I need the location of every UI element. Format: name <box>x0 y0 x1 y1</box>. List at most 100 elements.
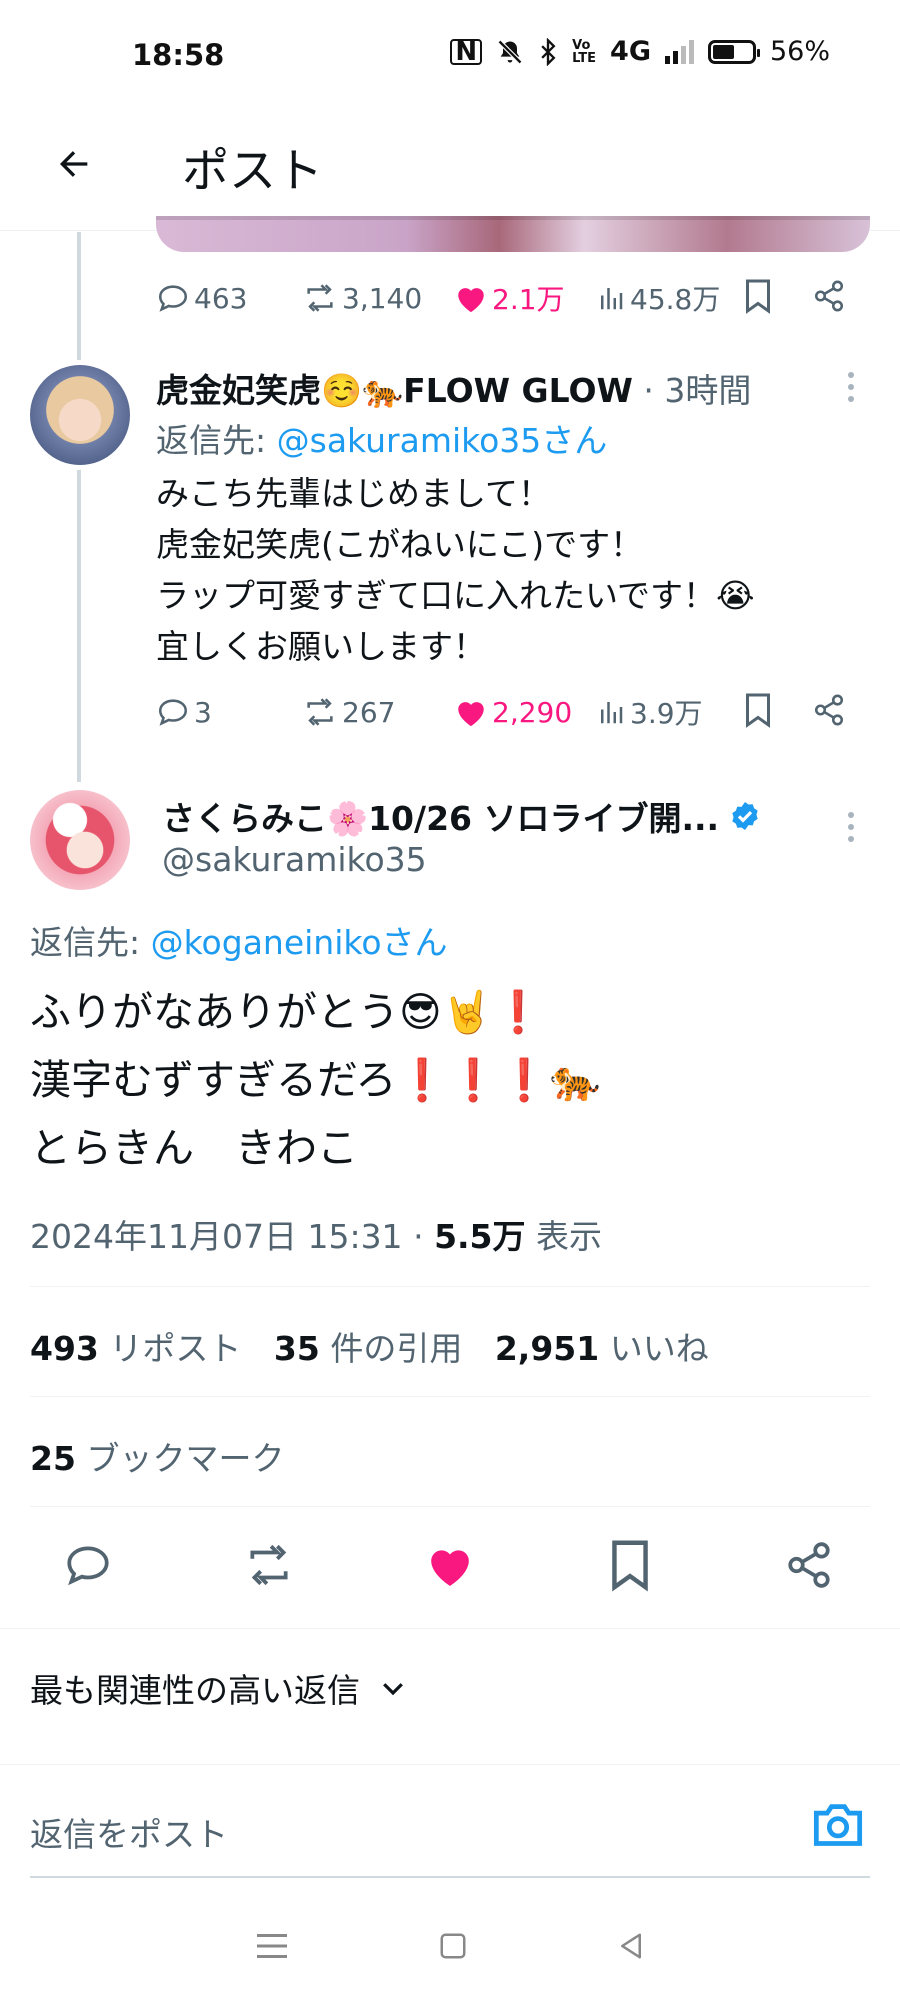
more-dot-icon <box>848 384 854 390</box>
bookmark-button[interactable] <box>744 692 772 735</box>
network-type: 4G <box>610 36 651 67</box>
bookmarks-stat[interactable]: 25 ブックマーク <box>30 1432 284 1480</box>
camera-button[interactable] <box>812 1800 864 1852</box>
arrow-left-icon <box>60 151 88 177</box>
reply-tweet-actions: 3 267 2,290 3.9万 <box>156 690 856 734</box>
more-dot-icon <box>848 824 854 830</box>
reposts-stat[interactable]: 493 リポスト <box>30 1329 241 1368</box>
likes-stat[interactable]: 2,951 いいね <box>495 1329 709 1368</box>
more-dot-icon <box>848 812 854 818</box>
bluetooth-icon <box>541 37 556 66</box>
main-tweet-name-row: さくらみこ🌸10/26 ソロライブ開... <box>162 792 812 840</box>
system-nav-bar <box>0 1895 900 2000</box>
previous-tweet-actions: 463 3,140 2.1万 45.8万 <box>156 276 856 320</box>
back-nav-button[interactable] <box>616 1930 646 1966</box>
page-title: ポスト <box>182 144 323 199</box>
more-options-button[interactable] <box>848 372 854 402</box>
reply-to-prefix: 返信先: <box>156 421 267 460</box>
bookmarks-count: 25 <box>30 1439 76 1478</box>
share-icon <box>814 280 844 312</box>
nfc-icon: N <box>450 38 483 65</box>
like-action[interactable]: 2.1万 <box>454 278 565 318</box>
separator-dot: · <box>413 1217 424 1256</box>
share-icon <box>814 694 844 726</box>
battery-percent: 56% <box>769 36 830 67</box>
divider <box>0 1764 900 1765</box>
bookmark-icon <box>746 279 770 314</box>
handle[interactable]: @sakuramiko35 <box>162 840 427 879</box>
reply-tweet-header: 虎金妃笑虎☺️🐅FLOW GLOW · 3時間 <box>156 364 836 412</box>
reply-icon <box>67 1546 109 1586</box>
reposts-count: 493 <box>30 1329 99 1368</box>
repost-action[interactable]: 3,140 <box>302 281 422 315</box>
views-icon <box>601 702 623 724</box>
display-name[interactable]: さくらみこ🌸10/26 ソロライブ開... <box>162 792 719 840</box>
like-count: 2,290 <box>492 695 573 729</box>
status-icons: N Vo LTE 4G 56% <box>450 36 830 67</box>
display-name[interactable]: 虎金妃笑虎☺️🐅FLOW GLOW <box>156 371 633 410</box>
quotes-count: 35 <box>273 1329 320 1368</box>
reply-to-line: 返信先: @sakuramiko35さん <box>156 414 607 462</box>
mute-bell-icon <box>497 39 523 64</box>
reply-to-prefix: 返信先: <box>30 923 141 962</box>
divider <box>30 1506 870 1507</box>
like-action[interactable]: 2,290 <box>454 696 572 729</box>
reply-icon <box>158 285 188 312</box>
text-line: 虎金妃笑虎(こがねいにこ)です！ <box>156 525 644 564</box>
camera-icon <box>813 1804 863 1846</box>
reply-to-line: 返信先: @koganeinikoさん <box>30 916 448 964</box>
reply-to-handle[interactable]: @sakuramiko35さん <box>277 421 608 460</box>
post-time[interactable]: 3時間 <box>664 371 751 410</box>
reply-button[interactable] <box>62 1540 114 1594</box>
bookmark-button[interactable] <box>610 1538 650 1596</box>
timestamp-row: 2024年11月07日 15:31 · 5.5万 表示 <box>30 1210 602 1258</box>
bookmark-button[interactable] <box>744 278 772 321</box>
menu-button[interactable] <box>254 1931 290 1965</box>
repost-icon <box>250 1544 288 1586</box>
post-timestamp[interactable]: 2024年11月07日 15:31 <box>30 1217 403 1256</box>
reply-to-handle[interactable]: @koganeinikoさん <box>151 923 448 962</box>
reply-composer-input[interactable]: 返信をポスト <box>30 1808 228 1856</box>
reposts-label: リポスト <box>109 1329 242 1368</box>
repost-button[interactable] <box>242 1540 296 1594</box>
quotes-stat[interactable]: 35 件の引用 <box>274 1329 462 1368</box>
chevron-down-icon <box>383 1683 403 1696</box>
composer-underline <box>30 1876 870 1878</box>
divider <box>30 1286 870 1287</box>
heart-filled-icon <box>431 1550 469 1586</box>
views-action[interactable]: 45.8万 <box>596 278 720 318</box>
repost-action[interactable]: 267 <box>302 695 395 729</box>
heart-filled-icon <box>458 288 484 313</box>
back-triangle-icon <box>621 1933 641 1958</box>
text-line: ふりがなありがとう😎🤘❗ <box>30 988 544 1036</box>
battery-icon <box>707 39 760 64</box>
reply-count: 3 <box>194 695 212 729</box>
share-button[interactable] <box>784 1540 834 1594</box>
text-line: 宜しくお願いします！ <box>156 627 486 666</box>
bookmark-icon <box>612 1540 648 1592</box>
thread-line-mid <box>77 470 81 782</box>
avatar[interactable] <box>30 790 130 890</box>
reply-action[interactable]: 3 <box>156 695 212 729</box>
time-separator: · <box>643 371 654 410</box>
repost-icon <box>307 284 333 312</box>
home-button[interactable] <box>438 1931 468 1965</box>
main-action-bar <box>0 1536 900 1596</box>
quotes-label: 件の引用 <box>330 1329 463 1368</box>
more-options-button[interactable] <box>848 812 854 842</box>
view-label: 表示 <box>536 1217 603 1256</box>
reply-action[interactable]: 463 <box>156 281 247 315</box>
text-line: 漢字むずすぎるだろ❗❗❗🐅 <box>30 1056 601 1104</box>
text-line: ラップ可愛すぎて口に入れたいです！😭 <box>156 576 755 615</box>
previous-tweet-media[interactable] <box>156 216 870 252</box>
back-button[interactable] <box>44 134 104 194</box>
share-button[interactable] <box>812 692 846 735</box>
like-button[interactable] <box>424 1542 476 1592</box>
main-tweet-text: ふりがなありがとう😎🤘❗ 漢字むずすぎるだろ❗❗❗🐅 とらきん きわこ <box>30 978 601 1182</box>
thread-line-top <box>77 232 81 360</box>
avatar[interactable] <box>30 365 130 465</box>
reply-sort-dropdown[interactable]: 最も関連性の高い返信 <box>30 1664 408 1712</box>
views-action[interactable]: 3.9万 <box>596 692 703 732</box>
divider <box>0 1628 900 1629</box>
share-button[interactable] <box>812 278 846 321</box>
